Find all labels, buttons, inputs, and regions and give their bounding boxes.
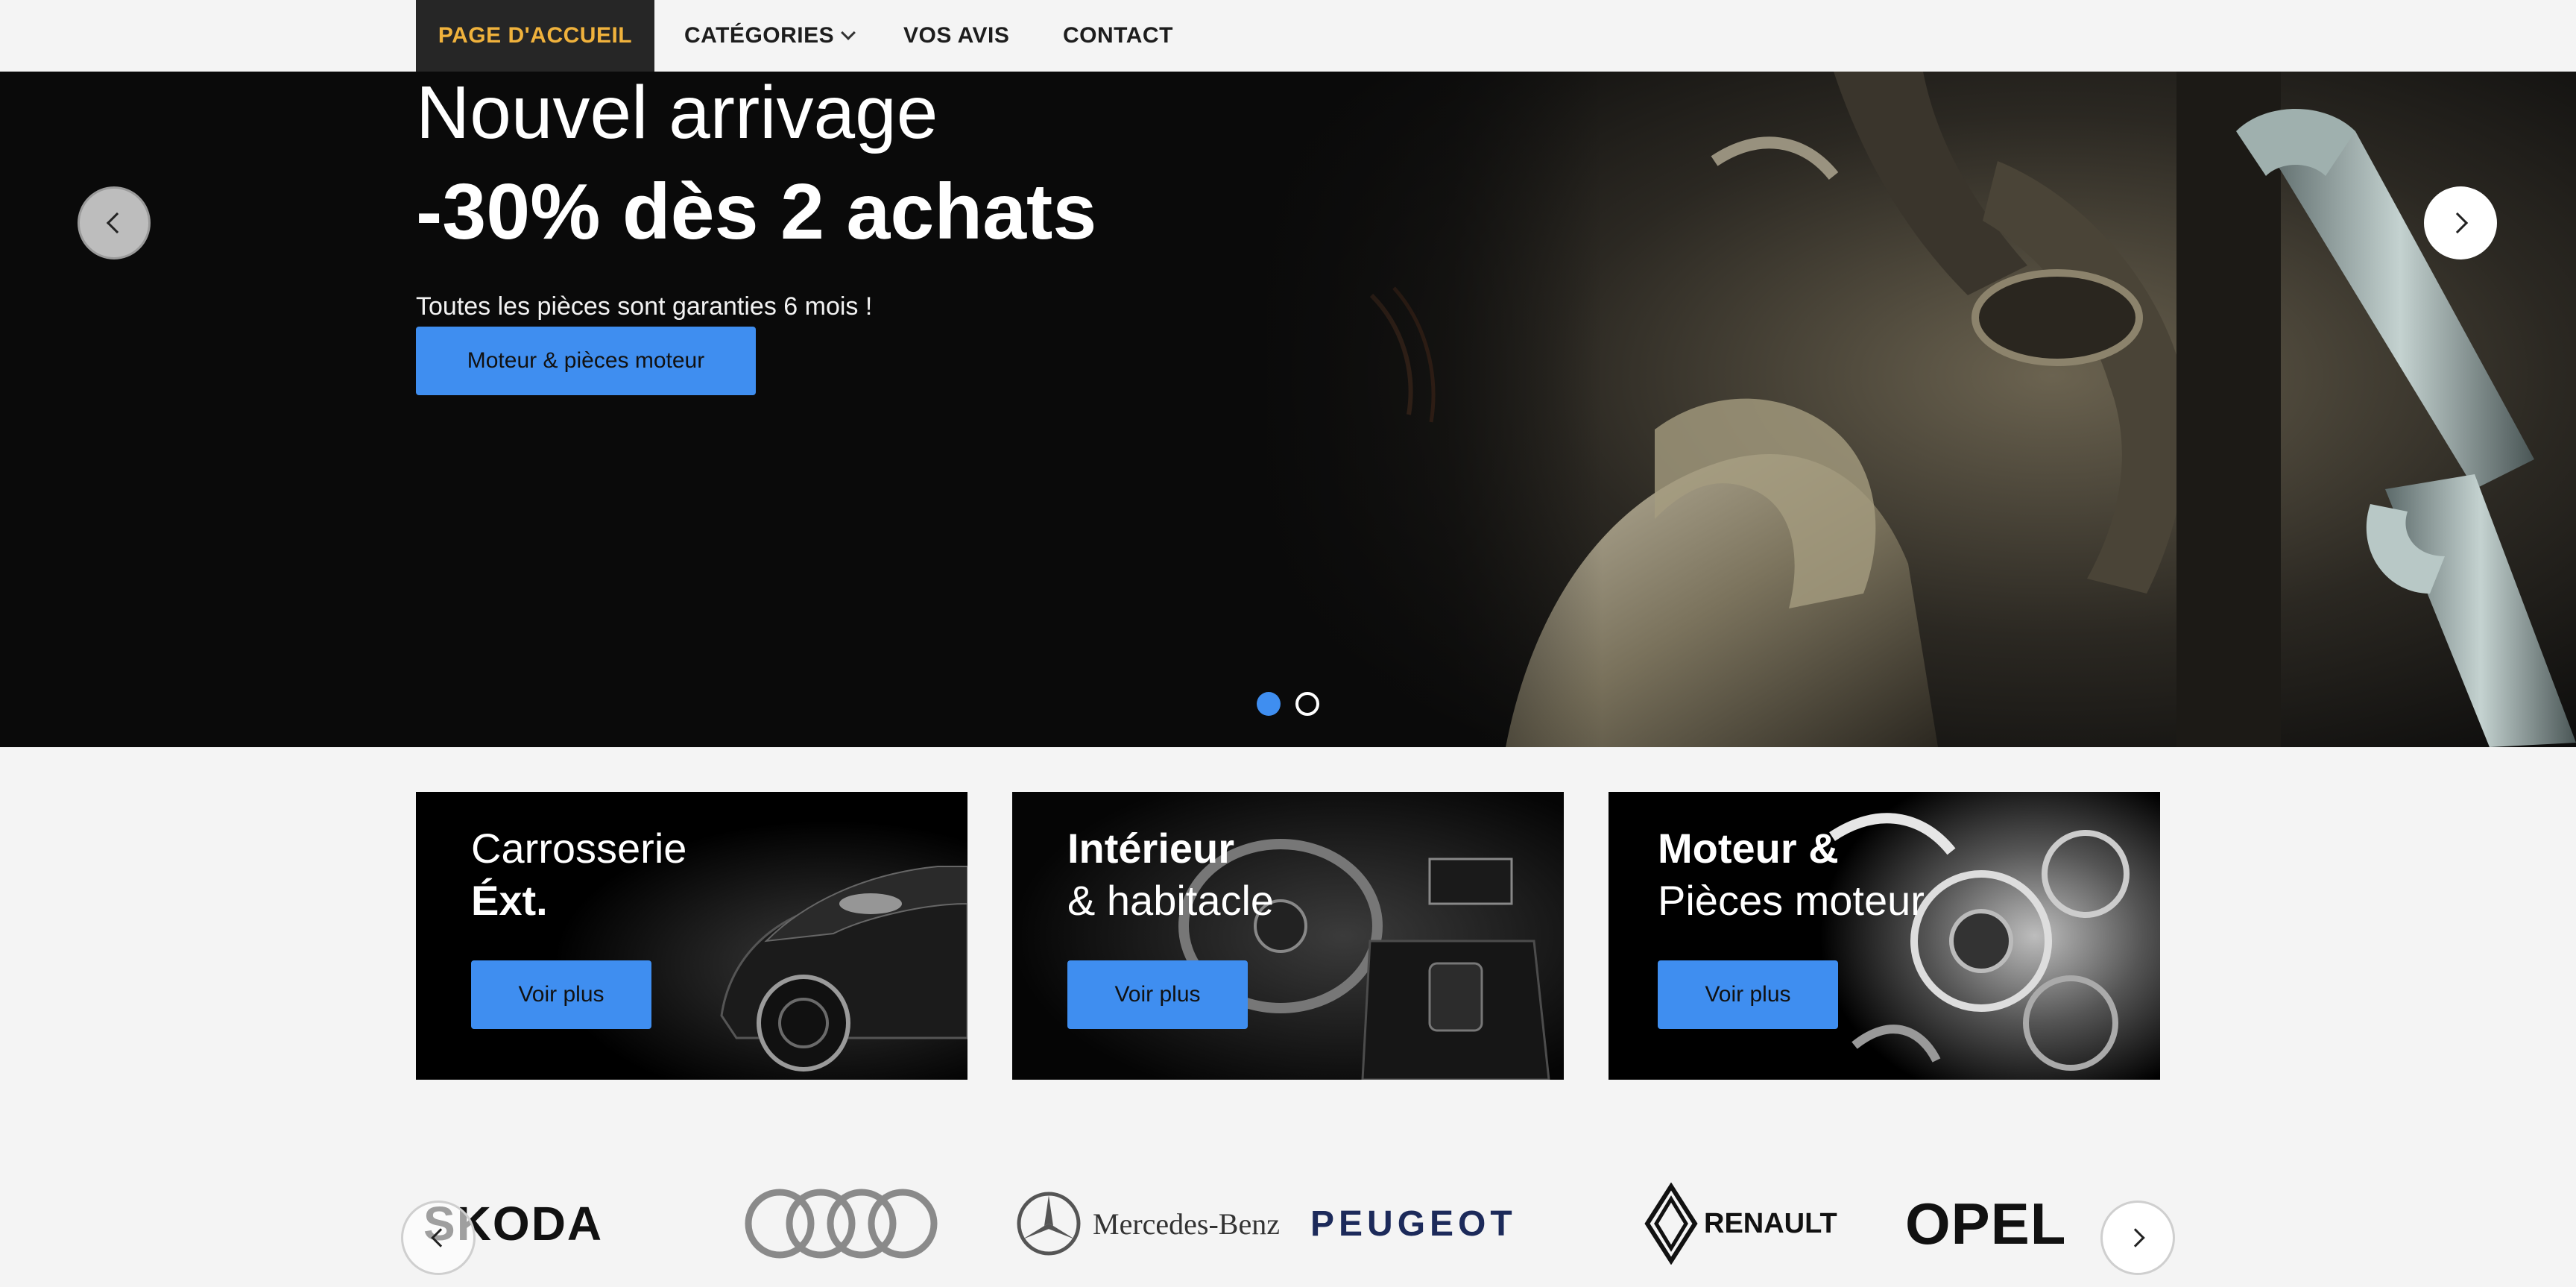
- brand-logo-opel[interactable]: OPEL: [1905, 1160, 2066, 1287]
- carousel-prev-button[interactable]: [78, 186, 151, 259]
- brand-logo-renault[interactable]: RENAULT: [1704, 1160, 1837, 1287]
- card-title-line2: Pièces moteur: [1658, 877, 1925, 924]
- nav-item-label: CONTACT: [1063, 23, 1173, 48]
- brand-logo-audi[interactable]: [741, 1160, 942, 1287]
- nav-item-home[interactable]: PAGE D'ACCUEIL: [416, 0, 654, 72]
- category-card-moteur[interactable]: Moteur & Pièces moteur Voir plus: [1609, 792, 2160, 1080]
- mercedes-star-icon: [1017, 1192, 1081, 1256]
- main-nav: PAGE D'ACCUEIL CATÉGORIES VOS AVIS CONTA…: [0, 0, 2576, 72]
- brand-logo-renault-diamond: [1643, 1160, 1699, 1287]
- carousel-next-button[interactable]: [2424, 186, 2497, 259]
- chevron-left-icon: [106, 212, 128, 234]
- carousel-dot-1[interactable]: [1257, 692, 1281, 716]
- chevron-left-icon: [431, 1228, 450, 1247]
- brand-logo-mercedes-star: [1015, 1160, 1082, 1287]
- nav-item-reviews[interactable]: VOS AVIS: [903, 0, 1009, 72]
- brand-carousel: SKODA Mercedes-Benz PEUGEOT RENAULT OPEL: [0, 1160, 2576, 1287]
- chevron-right-icon: [2126, 1228, 2145, 1247]
- nav-item-label: VOS AVIS: [903, 23, 1010, 48]
- hero-title: Nouvel arrivage: [416, 72, 938, 154]
- nav-item-contact[interactable]: CONTACT: [1063, 0, 1173, 72]
- card-title-line1: Intérieur: [1067, 825, 1235, 872]
- renault-diamond-icon: [1644, 1183, 1698, 1265]
- carousel-dot-2[interactable]: [1295, 692, 1319, 716]
- brand-logo-mercedes[interactable]: Mercedes-Benz: [1093, 1160, 1280, 1287]
- category-card-carrosserie[interactable]: Carrosserie Éxt. Voir plus: [416, 792, 967, 1080]
- voir-plus-button[interactable]: Voir plus: [471, 960, 651, 1029]
- card-title-line2: Éxt.: [471, 877, 548, 924]
- nav-item-categories[interactable]: CATÉGORIES: [684, 0, 856, 72]
- brand-logo-peugeot[interactable]: PEUGEOT: [1310, 1160, 1517, 1287]
- category-card-interieur[interactable]: Intérieur & habitacle Voir plus: [1012, 792, 1564, 1080]
- card-title-line1: Carrosserie: [471, 825, 687, 872]
- card-title-line1: Moteur &: [1658, 825, 1839, 872]
- card-title-line2: & habitacle: [1067, 877, 1275, 924]
- brands-prev-button[interactable]: [401, 1201, 476, 1275]
- brands-next-button[interactable]: [2100, 1201, 2175, 1275]
- audi-rings-icon: [745, 1189, 938, 1259]
- nav-item-label: PAGE D'ACCUEIL: [438, 23, 633, 48]
- hero-promo-headline: -30% dès 2 achats: [416, 168, 1097, 256]
- nav-item-label: CATÉGORIES: [684, 23, 835, 48]
- chevron-down-icon: [841, 25, 856, 40]
- hero-carousel: Nouvel arrivage -30% dès 2 achats Toutes…: [0, 72, 2576, 747]
- hero-subtitle: Toutes les pièces sont garanties 6 mois …: [416, 292, 873, 321]
- voir-plus-button[interactable]: Voir plus: [1658, 960, 1838, 1029]
- chevron-right-icon: [2446, 212, 2469, 234]
- hero-cta-button[interactable]: Moteur & pièces moteur: [416, 327, 756, 395]
- voir-plus-button[interactable]: Voir plus: [1067, 960, 1248, 1029]
